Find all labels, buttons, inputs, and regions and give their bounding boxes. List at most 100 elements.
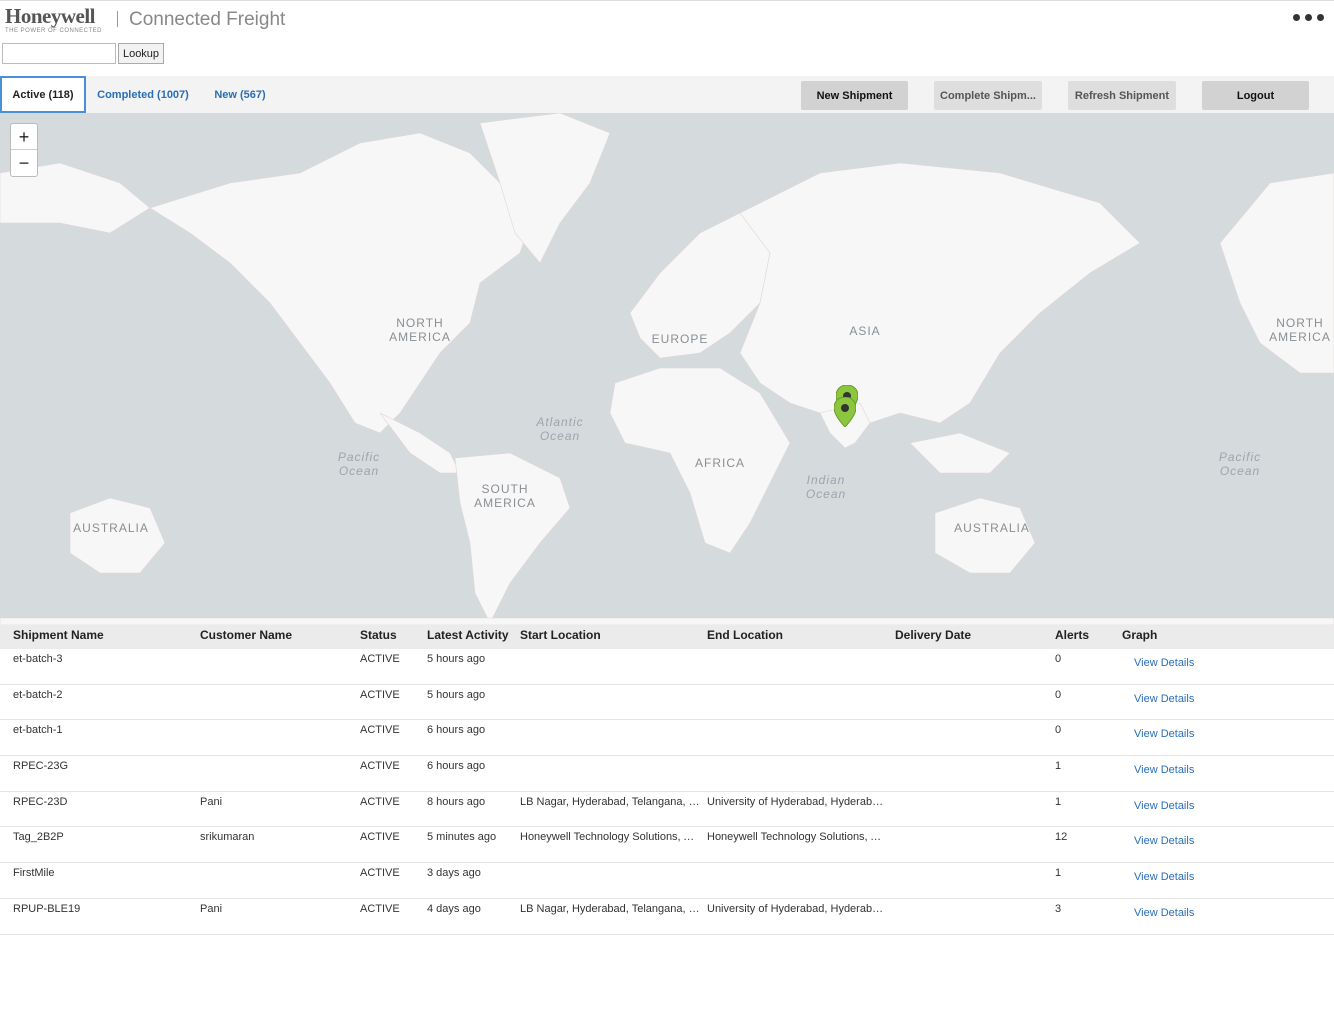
zoom-control: + − [10,123,38,177]
header-status[interactable]: Status [360,625,420,649]
customer-name-cell: Pani [200,795,223,808]
label-australia-east: AUSTRALIA [954,521,1030,535]
start-location-cell: Honeywell Technology Solutions, Adar... [520,831,700,844]
shipment-name-cell: et-batch-2 [13,688,63,701]
refresh-shipment-button[interactable]: Refresh Shipment [1068,81,1176,110]
shipment-table: Shipment Name Customer Name Status Lates… [0,625,1334,935]
world-landmass [0,113,1334,625]
label-asia: ASIA [849,324,881,338]
app-title: Connected Freight [129,9,286,30]
tab-new[interactable]: New (567) [206,76,274,113]
latest-activity-cell: 3 days ago [427,867,481,880]
alerts-cell: 1 [1055,760,1062,773]
header-shipment-name[interactable]: Shipment Name [13,625,193,649]
view-details-link[interactable]: View Details [1134,835,1214,847]
shipment-name-cell: FirstMile [13,867,55,880]
table-row[interactable]: RPEC-23D Pani ACTIVE 8 hours ago LB Nagar, H… [0,792,1334,828]
table-row[interactable]: et-batch-2 ACTIVE 5 hours ago 0 View Details [0,685,1334,721]
alerts-cell: 0 [1055,688,1062,701]
view-details-link[interactable]: View Details [1134,871,1214,883]
shipment-map[interactable]: + − NORTH AMERICA NORTH AMERICA EUROPE A… [0,113,1334,625]
alerts-cell: 1 [1055,867,1062,880]
tab-completed[interactable]: Completed (1007) [92,76,194,113]
table-header: Shipment Name Customer Name Status Lates… [0,625,1334,649]
menu-dot [1304,13,1312,21]
alerts-cell: 0 [1055,653,1062,665]
table-row[interactable]: RPEC-23G ACTIVE 6 hours ago 1 View Details [0,756,1334,792]
label-north-america-east: NORTH AMERICA [1269,316,1331,344]
latest-activity-cell: 8 hours ago [427,795,486,808]
label-africa: AFRICA [694,456,745,470]
status-cell: ACTIVE [360,653,400,665]
map-pin-icon[interactable] [834,397,856,427]
table-row[interactable]: RPUP-BLE19 Pani ACTIVE 4 days ago LB Nagar, … [0,899,1334,935]
view-details-link[interactable]: View Details [1134,800,1214,812]
customer-name-cell: srikumaran [200,831,255,844]
label-europe: EUROPE [651,332,709,346]
table-body: et-batch-3 ACTIVE 5 hours ago 0 View Details… [0,649,1334,935]
table-row[interactable]: FirstMile ACTIVE 3 days ago 1 View Details [0,863,1334,899]
tab-active[interactable]: Active (118) [0,76,86,113]
status-cell: ACTIVE [360,902,400,915]
status-cell: ACTIVE [360,760,400,773]
view-details-link[interactable]: View Details [1134,693,1214,705]
complete-shipment-button[interactable]: Complete Shipm... [934,81,1042,110]
shipment-name-cell: et-batch-3 [13,653,63,665]
lookup-input[interactable] [2,43,116,64]
header-latest-activity[interactable]: Latest Activity [427,625,517,649]
status-cell: ACTIVE [360,795,400,808]
zoom-out-button[interactable]: − [11,150,37,176]
logout-button[interactable]: Logout [1202,81,1309,110]
honeywell-logo: Honeywell THE POWER OF CONNECTED [5,5,102,34]
zoom-in-button[interactable]: + [11,124,37,150]
ellipsis-icon[interactable] [1288,7,1328,27]
end-location-cell: University of Hyderabad, Hyderabad, T... [707,902,887,915]
view-details-link[interactable]: View Details [1134,764,1214,776]
alerts-cell: 12 [1055,831,1068,844]
shipment-name-cell: RPUP-BLE19 [13,902,81,915]
shipment-name-cell: Tag_2B2P [13,831,64,844]
status-cell: ACTIVE [360,867,400,880]
lookup-button[interactable]: Lookup [118,43,164,64]
view-details-link[interactable]: View Details [1134,657,1214,669]
tab-bar: Active (118) Completed (1007) New (567) … [0,76,1334,113]
end-location-cell: University of Hyderabad, Hyderabad, T... [707,795,887,808]
status-cell: ACTIVE [360,831,400,844]
latest-activity-cell: 4 days ago [427,902,481,915]
table-row[interactable]: Tag_2B2P srikumaran ACTIVE 5 minutes ago Hon… [0,827,1334,864]
shipment-name-cell: RPEC-23D [13,795,68,808]
alerts-cell: 0 [1055,724,1062,737]
header-alerts[interactable]: Alerts [1055,625,1115,649]
end-location-cell: Honeywell Technology Solutions, Adar... [707,831,887,844]
menu-dot [1292,13,1300,21]
label-pacific-ocean-east: Pacific Ocean [1218,450,1262,478]
customer-name-cell: Pani [200,902,223,915]
label-pacific-ocean: Pacific Ocean [337,450,381,478]
shipment-name-cell: RPEC-23G [13,760,69,773]
header-start-location[interactable]: Start Location [520,625,700,649]
latest-activity-cell: 5 hours ago [427,653,486,665]
header-delivery-date[interactable]: Delivery Date [895,625,1045,649]
logo-tagline: THE POWER OF CONNECTED [5,28,103,34]
label-indian-ocean: Indian Ocean [805,473,847,501]
start-location-cell: LB Nagar, Hyderabad, Telangana, India [520,795,700,808]
view-details-link[interactable]: View Details [1134,907,1214,919]
table-row[interactable]: et-batch-3 ACTIVE 5 hours ago 0 View Details [0,649,1334,685]
new-shipment-button[interactable]: New Shipment [801,81,908,110]
app-header: Honeywell THE POWER OF CONNECTED Connect… [0,0,1334,40]
header-end-location[interactable]: End Location [707,625,887,649]
view-details-link[interactable]: View Details [1134,728,1214,740]
menu-dot [1316,13,1324,21]
latest-activity-cell: 5 minutes ago [427,831,497,844]
table-row[interactable]: et-batch-1 ACTIVE 6 hours ago 0 View Details [0,720,1334,757]
latest-activity-cell: 5 hours ago [427,688,486,701]
alerts-cell: 1 [1055,795,1062,808]
logo-wordmark: Honeywell [5,4,96,28]
label-north-america: NORTH AMERICA [389,316,451,344]
label-australia: AUSTRALIA [73,521,149,535]
header-divider [117,11,118,27]
header-customer-name[interactable]: Customer Name [200,625,350,649]
status-cell: ACTIVE [360,688,400,701]
latest-activity-cell: 6 hours ago [427,724,486,737]
status-cell: ACTIVE [360,724,400,737]
